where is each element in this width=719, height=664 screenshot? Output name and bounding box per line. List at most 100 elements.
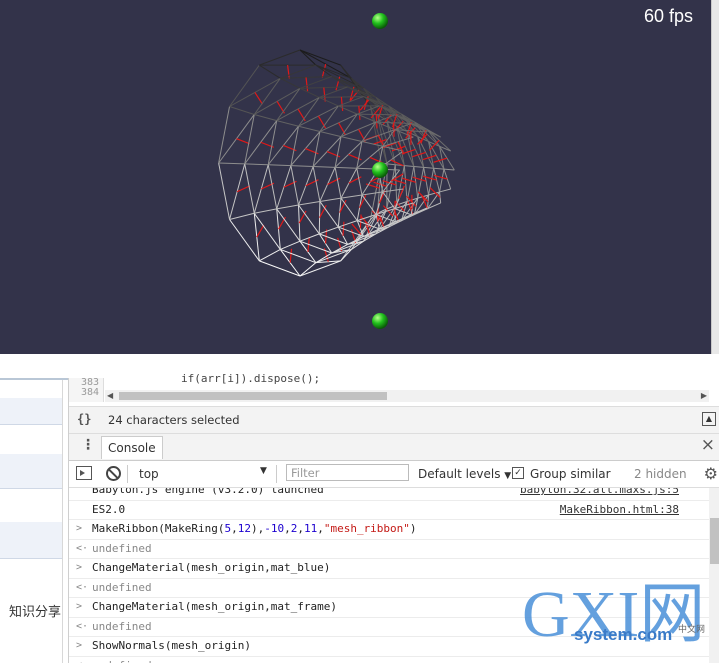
wire-edge [245,164,255,213]
normal-vector [318,116,325,128]
chevron-down-icon[interactable]: ▼ [260,466,267,476]
wire-edge [219,163,230,220]
console-row[interactable]: >MakeRibbon(MakeRing(5,12),-10,2,11,"mes… [69,520,709,540]
wire-edge [230,213,255,219]
chevron-down-icon: ▼ [504,471,511,481]
background-page-row [0,424,62,455]
vertical-scrollbar[interactable] [709,488,719,663]
gear-icon[interactable]: ⚙ [704,464,718,483]
wire-edge [300,88,319,97]
source-link[interactable]: babylon.32.all.maxs.js:5 [520,488,679,500]
horizontal-scrollbar[interactable]: ◀ ▶ [105,390,709,402]
wire-edge [387,164,395,165]
wire-edge [444,169,454,170]
log-levels-dropdown[interactable]: Default levels ▼ [418,467,511,481]
wire-edge [259,50,300,65]
wire-edge [440,189,451,192]
close-icon[interactable]: × [701,435,715,455]
wire-edge [280,78,300,88]
coverage-icon[interactable]: ▲ [702,412,716,426]
wire-edge [320,198,341,201]
console-message: undefined [92,657,152,664]
wire-edge [387,165,396,209]
group-similar-checkbox[interactable]: ✓ [512,467,524,479]
wire-edge [300,50,341,65]
wire-edge [219,107,230,164]
wire-edge [291,166,299,205]
wire-edge [268,165,277,209]
wire-edge [319,227,338,234]
background-page-row [0,454,62,489]
wire-edge [434,168,444,169]
normal-vector [237,186,250,192]
wire-edge [338,106,357,114]
normal-vector [339,123,346,135]
toolbar-divider [276,465,277,483]
window-edge [711,0,719,380]
wire-edge [320,132,341,137]
wire-edge [319,97,338,106]
tab-console[interactable]: Console [101,436,163,459]
wire-edge [291,126,299,165]
wire-edge [404,166,413,167]
normal-vector [288,65,290,79]
wire-edge [291,166,313,167]
clear-console-icon[interactable] [106,466,121,481]
background-page-row [0,488,62,523]
console-row[interactable]: Babylon.js engine (v3.2.0) launchedbabyl… [69,488,709,501]
hidden-count: 2 hidden [634,467,687,481]
wire-edge [320,167,335,201]
editor-status-bar: {} 24 characters selected ▲ [69,406,719,434]
console-message: undefined [92,579,152,598]
scrollbar-thumb[interactable] [710,518,719,564]
scrollbar-thumb[interactable] [119,392,387,400]
wire-edge [299,126,320,131]
wire-edge [219,163,245,164]
console-row[interactable]: ES2.0 MakeRibbon.html:38 [69,501,709,521]
wire-edge [277,205,299,209]
scroll-right-icon[interactable]: ▶ [701,390,707,402]
wire-edge [300,261,341,276]
watermark-logo: GXI网 system.com 中文网 [520,570,710,660]
show-sidebar-icon[interactable] [76,466,92,480]
wire-edge [230,107,255,115]
scroll-left-icon[interactable]: ◀ [107,390,113,402]
prompt-chevron-icon: > [76,559,82,578]
wire-edge [414,167,424,168]
wire-edge [268,121,277,165]
console-row[interactable]: <·undefined [69,540,709,560]
wire-edge [341,198,357,221]
ribbon-scene [0,0,711,354]
console-toolbar: top ▼ Filter Default levels ▼ ✓ Group si… [69,461,719,488]
background-page-row [0,522,62,559]
normal-vector [255,92,263,104]
result-arrow-icon: <· [76,618,88,637]
wire-edge [313,132,320,167]
wire-edge [254,213,280,249]
console-message: ChangeMaterial(mesh_origin,mat_frame) [92,598,337,617]
line-number: 384 [69,388,103,398]
context-selector[interactable]: top [139,467,159,481]
log-levels-label: Default levels [418,467,500,481]
filter-input[interactable]: Filter [286,464,409,481]
normal-vector [359,129,366,141]
wire-edge [411,208,427,215]
wire-edge [335,167,341,198]
console-message: ES2.0 [92,501,125,520]
prompt-chevron-icon: > [76,598,82,617]
pretty-print-button[interactable]: {} [77,412,91,426]
fps-counter: 60 fps [644,6,693,27]
source-link[interactable]: MakeRibbon.html:38 [560,501,679,520]
window-bottom-frame [0,354,719,380]
normal-vector [306,77,308,91]
wire-edge [341,137,362,142]
render-canvas[interactable]: 60 fps [0,0,711,354]
wire-edge [320,201,338,227]
more-vertical-icon[interactable]: ⋮ [81,437,95,453]
selection-status: 24 characters selected [108,413,240,427]
wire-edge [362,192,383,195]
normal-vector [257,225,264,237]
normal-vector [299,211,306,223]
result-arrow-icon: <· [76,657,88,664]
background-page [0,378,63,663]
